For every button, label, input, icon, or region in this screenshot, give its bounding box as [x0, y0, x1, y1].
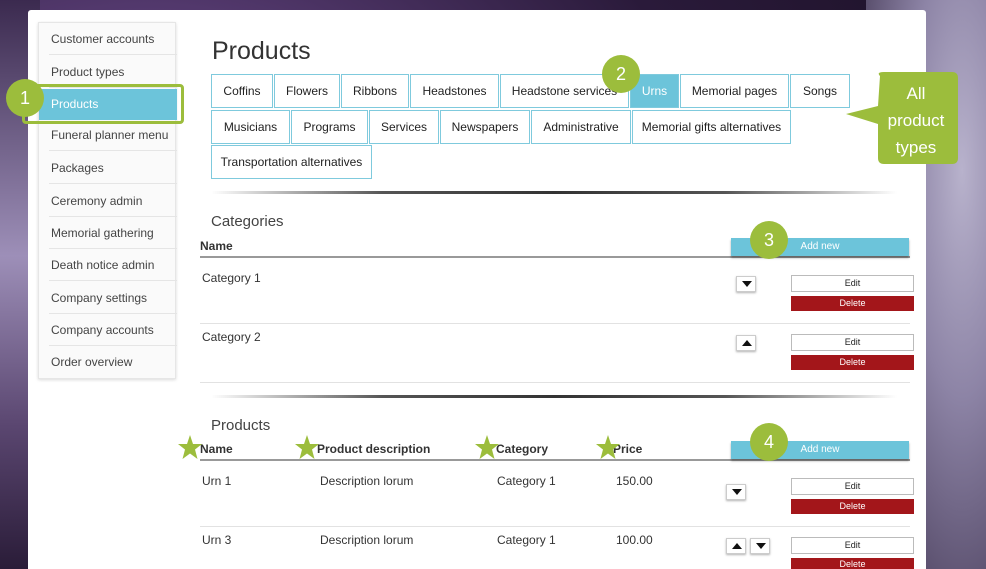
- delete-product-button[interactable]: Delete: [791, 558, 914, 569]
- sidebar-item-label: Packages: [51, 161, 104, 175]
- divider: [49, 345, 177, 346]
- tab-newspapers[interactable]: Newspapers: [440, 110, 530, 144]
- row-divider: [200, 526, 910, 527]
- sidebar-item-memorial-gathering[interactable]: Memorial gathering: [39, 218, 177, 249]
- star-icon: [475, 435, 499, 459]
- move-down-button[interactable]: [750, 538, 770, 554]
- products-category-header: Category: [496, 442, 549, 456]
- callout-line: product: [887, 111, 945, 130]
- product-description: Description lorum: [320, 533, 414, 547]
- divider: [49, 216, 177, 217]
- sidebar-item-label: Customer accounts: [51, 32, 155, 46]
- product-category: Category 1: [497, 533, 556, 547]
- step-badge-1: 1: [6, 79, 44, 117]
- tab-administrative[interactable]: Administrative: [531, 110, 631, 144]
- category-name: Category 2: [202, 330, 261, 344]
- sidebar-item-funeral-planner-menu[interactable]: Funeral planner menu: [39, 120, 177, 151]
- divider: [49, 150, 177, 151]
- section-divider: [211, 395, 897, 398]
- divider: [49, 280, 177, 281]
- page-title: Products: [212, 37, 311, 65]
- sidebar-item-label: Company settings: [51, 291, 148, 305]
- product-price: 150.00: [616, 474, 653, 488]
- product-category: Category 1: [497, 474, 556, 488]
- divider: [49, 248, 177, 249]
- star-icon: [596, 435, 620, 459]
- row-divider: [200, 382, 910, 383]
- sidebar-item-label: Funeral planner menu: [51, 128, 169, 142]
- highlight-box-products: [22, 84, 184, 124]
- category-name: Category 1: [202, 271, 261, 285]
- sidebar-item-company-settings[interactable]: Company settings: [39, 283, 177, 314]
- product-name: Urn 3: [202, 533, 232, 547]
- caret-down-icon: [756, 543, 766, 549]
- tab-services[interactable]: Services: [369, 110, 439, 144]
- tab-memorial-gifts-alternatives[interactable]: Memorial gifts alternatives: [632, 110, 791, 144]
- edit-category-button[interactable]: Edit: [791, 275, 914, 292]
- sidebar-item-customer-accounts[interactable]: Customer accounts: [39, 24, 177, 55]
- sidebar: Customer accounts Product types Products…: [38, 22, 177, 379]
- product-description: Description lorum: [320, 474, 414, 488]
- sidebar-item-label: Death notice admin: [51, 258, 155, 272]
- tab-coffins[interactable]: Coffins: [211, 74, 273, 108]
- edit-category-button[interactable]: Edit: [791, 334, 914, 351]
- section-divider: [211, 191, 897, 194]
- caret-up-icon: [732, 543, 742, 549]
- tab-songs[interactable]: Songs: [790, 74, 850, 108]
- delete-category-button[interactable]: Delete: [791, 355, 914, 370]
- product-name: Urn 1: [202, 474, 232, 488]
- edit-product-button[interactable]: Edit: [791, 478, 914, 495]
- step-badge-4: 4: [750, 423, 788, 461]
- step-badge-2: 2: [602, 55, 640, 93]
- star-icon: [295, 435, 319, 459]
- tab-musicians[interactable]: Musicians: [211, 110, 290, 144]
- categories-title: Categories: [211, 213, 284, 230]
- step-badge-3: 3: [750, 221, 788, 259]
- edit-product-button[interactable]: Edit: [791, 537, 914, 554]
- tab-transportation-alternatives[interactable]: Transportation alternatives: [211, 145, 372, 179]
- divider: [49, 54, 177, 55]
- move-up-button[interactable]: [736, 335, 756, 351]
- header-line: [200, 256, 910, 258]
- star-icon: [178, 435, 202, 459]
- sidebar-item-label: Ceremony admin: [51, 194, 143, 208]
- sidebar-item-death-notice-admin[interactable]: Death notice admin: [39, 250, 177, 281]
- divider: [49, 183, 177, 184]
- delete-category-button[interactable]: Delete: [791, 296, 914, 311]
- products-description-header: Product description: [317, 442, 431, 456]
- sidebar-item-label: Order overview: [51, 355, 133, 369]
- tab-headstones[interactable]: Headstones: [410, 74, 499, 108]
- caret-up-icon: [742, 340, 752, 346]
- move-up-button[interactable]: [726, 538, 746, 554]
- sidebar-item-company-accounts[interactable]: Company accounts: [39, 315, 177, 346]
- divider: [49, 313, 177, 314]
- delete-product-button[interactable]: Delete: [791, 499, 914, 514]
- caret-down-icon: [732, 489, 742, 495]
- sidebar-item-order-overview[interactable]: Order overview: [39, 347, 177, 378]
- sidebar-item-ceremony-admin[interactable]: Ceremony admin: [39, 186, 177, 217]
- tab-flowers[interactable]: Flowers: [274, 74, 340, 108]
- products-title: Products: [211, 417, 271, 434]
- row-divider: [200, 323, 910, 324]
- callout-line: All: [906, 84, 926, 103]
- sidebar-item-label: Memorial gathering: [51, 226, 154, 240]
- caret-down-icon: [742, 281, 752, 287]
- callout-all-product-types: All product types: [876, 80, 956, 161]
- product-price: 100.00: [616, 533, 653, 547]
- tab-memorial-pages[interactable]: Memorial pages: [680, 74, 789, 108]
- categories-name-header: Name: [200, 239, 233, 253]
- products-name-header: Name: [200, 442, 233, 456]
- move-down-button[interactable]: [736, 276, 756, 292]
- tab-ribbons[interactable]: Ribbons: [341, 74, 409, 108]
- tab-programs[interactable]: Programs: [291, 110, 368, 144]
- move-down-button[interactable]: [726, 484, 746, 500]
- sidebar-item-label: Company accounts: [51, 323, 154, 337]
- sidebar-item-packages[interactable]: Packages: [39, 153, 177, 184]
- callout-line: types: [895, 138, 937, 157]
- sidebar-item-label: Product types: [51, 65, 125, 79]
